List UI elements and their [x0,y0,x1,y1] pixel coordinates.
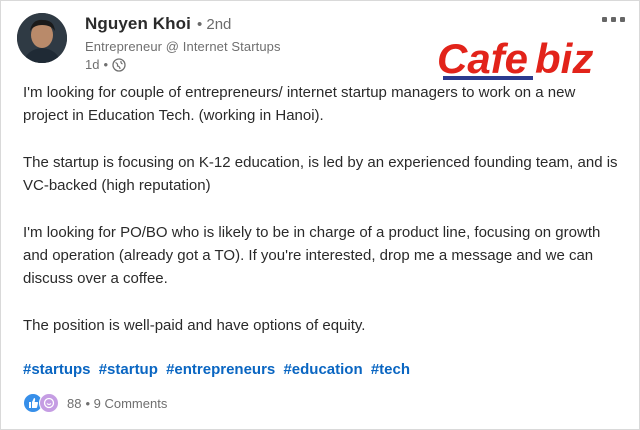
reaction-count[interactable]: 88 [67,396,81,411]
post-paragraph-3: I'm looking for PO/BO who is likely to b… [23,224,601,287]
post-time: 1d [85,57,100,72]
post-body: I'm looking for couple of entrepreneurs/… [23,81,623,361]
hashtag-link[interactable]: #startup [99,361,158,378]
post-card: Nguyen Khoi • 2nd Entrepreneur @ Interne… [0,0,640,430]
svg-text:biz: biz [535,35,593,82]
author-meta: Nguyen Khoi • 2nd Entrepreneur @ Interne… [85,13,281,72]
hashtag-link[interactable]: #tech [371,361,410,378]
support-icon[interactable] [39,393,59,413]
hashtag-link[interactable]: #education [283,361,362,378]
hashtag-link[interactable]: #entrepreneurs [166,361,275,378]
comment-count[interactable]: • 9 Comments [85,396,167,411]
author-name[interactable]: Nguyen Khoi [85,14,191,34]
connection-degree: • 2nd [196,15,232,33]
more-options-icon[interactable] [602,17,625,22]
time-separator: • [103,57,109,72]
social-counts: 88 • 9 Comments [23,393,167,413]
globe-icon [112,57,126,72]
author-avatar[interactable] [17,13,67,63]
post-timestamp: 1d • [85,57,281,72]
author-headline: Entrepreneur @ Internet Startups [85,39,281,54]
post-paragraph-2: The startup is focusing on K-12 educatio… [23,154,618,194]
hashtag-link[interactable]: #startups [23,361,91,378]
post-header: Nguyen Khoi • 2nd Entrepreneur @ Interne… [17,13,281,72]
hashtags: #startups #startup #entrepreneurs #educa… [23,361,414,378]
svg-text:Cafe: Cafe [437,35,528,82]
cafebiz-logo: Cafe biz [435,33,625,83]
post-paragraph-4: The position is well-paid and have optio… [23,317,366,334]
post-paragraph-1: I'm looking for couple of entrepreneurs/… [23,84,576,124]
